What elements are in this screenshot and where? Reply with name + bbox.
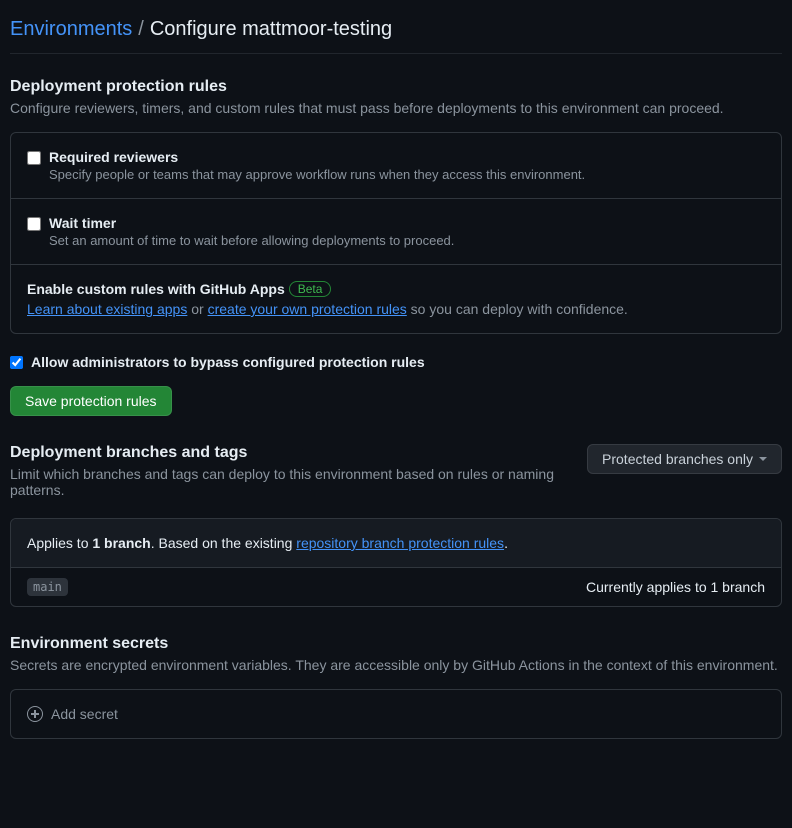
required-reviewers-row: Required reviewers Specify people or tea… xyxy=(11,133,781,199)
branches-info-row: Applies to 1 branch. Based on the existi… xyxy=(11,519,781,568)
custom-rules-line: Learn about existing apps or create your… xyxy=(27,301,765,317)
branch-current-text: Currently applies to 1 branch xyxy=(586,579,765,595)
custom-rules-title: Enable custom rules with GitHub Apps xyxy=(27,281,285,297)
beta-badge: Beta xyxy=(289,281,332,297)
save-protection-rules-button[interactable]: Save protection rules xyxy=(10,386,172,416)
wait-timer-label: Wait timer xyxy=(49,215,454,231)
secrets-desc: Secrets are encrypted environment variab… xyxy=(10,657,782,673)
applies-count: 1 branch xyxy=(92,535,150,551)
plus-circle-icon xyxy=(27,706,43,722)
breadcrumb: Environments / Configure mattmoor-testin… xyxy=(10,10,782,54)
branches-desc: Limit which branches and tags can deploy… xyxy=(10,466,571,498)
protection-rules-header: Deployment protection rules Configure re… xyxy=(10,78,782,116)
custom-rules-title-wrap: Enable custom rules with GitHub Apps Bet… xyxy=(27,281,331,297)
branch-row: main Currently applies to 1 branch xyxy=(11,568,781,606)
applies-suffix: . xyxy=(504,535,508,551)
secrets-header: Environment secrets Secrets are encrypte… xyxy=(10,635,782,673)
branches-dropdown-button[interactable]: Protected branches only xyxy=(587,444,782,474)
learn-existing-apps-link[interactable]: Learn about existing apps xyxy=(27,301,187,317)
protection-rules-desc: Configure reviewers, timers, and custom … xyxy=(10,100,782,116)
wait-timer-row: Wait timer Set an amount of time to wait… xyxy=(11,199,781,265)
branches-box: Applies to 1 branch. Based on the existi… xyxy=(10,518,782,607)
custom-rules-row: Enable custom rules with GitHub Apps Bet… xyxy=(11,265,781,333)
breadcrumb-current: Configure mattmoor-testing xyxy=(150,18,392,41)
add-secret-button[interactable]: Add secret xyxy=(11,690,781,738)
secrets-box: Add secret xyxy=(10,689,782,739)
applies-mid: . Based on the existing xyxy=(151,535,297,551)
applies-prefix: Applies to xyxy=(27,535,92,551)
secrets-title: Environment secrets xyxy=(10,635,782,653)
admin-bypass-label: Allow administrators to bypass configure… xyxy=(31,354,425,370)
protection-rules-box: Required reviewers Specify people or tea… xyxy=(10,132,782,334)
required-reviewers-label: Required reviewers xyxy=(49,149,585,165)
admin-bypass-row: Allow administrators to bypass configure… xyxy=(10,354,782,370)
required-reviewers-desc: Specify people or teams that may approve… xyxy=(49,167,585,182)
breadcrumb-separator: / xyxy=(138,18,144,41)
branches-title: Deployment branches and tags xyxy=(10,444,571,462)
protection-rules-title: Deployment protection rules xyxy=(10,78,782,96)
required-reviewers-checkbox[interactable] xyxy=(27,151,41,165)
branch-protection-rules-link[interactable]: repository branch protection rules xyxy=(296,535,504,551)
create-protection-rules-link[interactable]: create your own protection rules xyxy=(208,301,407,317)
admin-bypass-checkbox[interactable] xyxy=(10,356,23,369)
branches-dropdown-label: Protected branches only xyxy=(602,451,753,467)
wait-timer-desc: Set an amount of time to wait before all… xyxy=(49,233,454,248)
breadcrumb-parent-link[interactable]: Environments xyxy=(10,18,132,41)
custom-rules-or: or xyxy=(187,301,207,317)
branches-header: Deployment branches and tags Limit which… xyxy=(10,444,782,498)
custom-rules-tail: so you can deploy with confidence. xyxy=(407,301,628,317)
caret-down-icon xyxy=(759,457,767,461)
add-secret-label: Add secret xyxy=(51,706,118,722)
wait-timer-checkbox[interactable] xyxy=(27,217,41,231)
branch-name-pill: main xyxy=(27,578,68,596)
